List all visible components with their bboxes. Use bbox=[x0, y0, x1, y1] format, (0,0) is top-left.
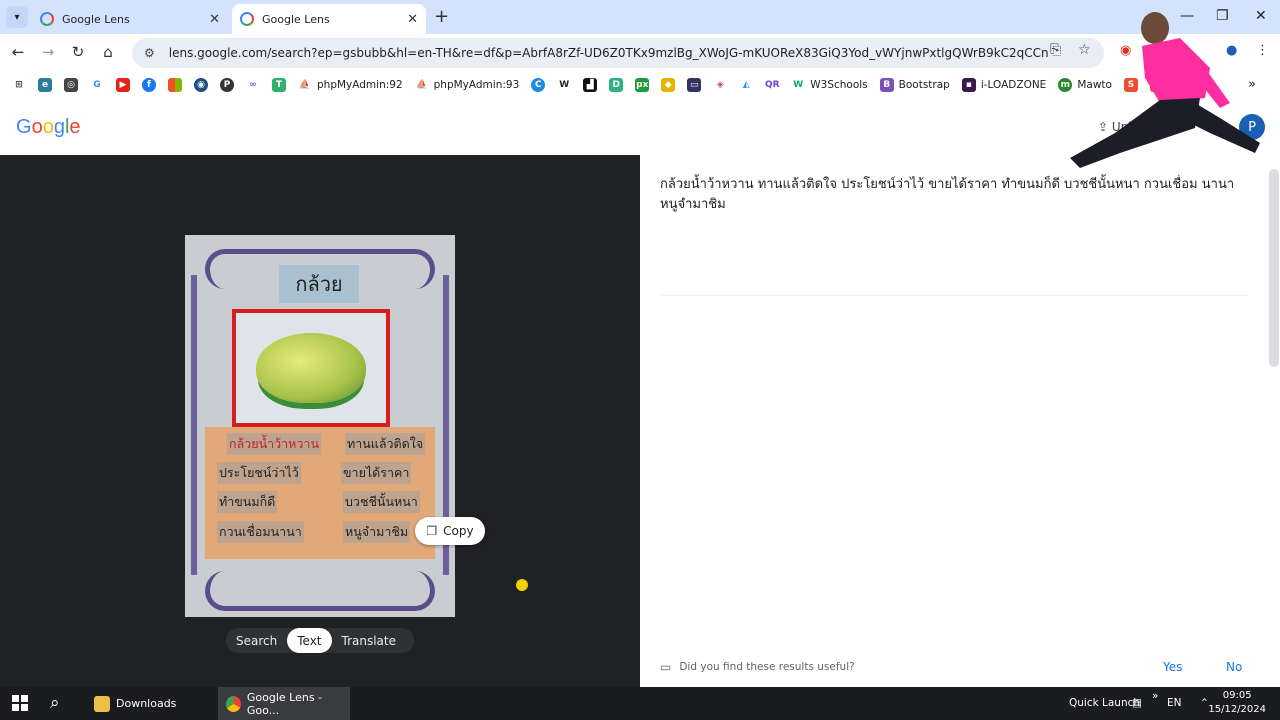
detected-word[interactable]: ประโยชน์ว่าไว้ bbox=[217, 462, 301, 484]
url-text: lens.google.com/search?ep=gsbubb&hl=en-T… bbox=[168, 46, 1049, 60]
quick-launch-app-icon[interactable]: ▤ bbox=[1132, 697, 1142, 709]
apps-grid-icon[interactable]: ⊞ bbox=[12, 78, 26, 92]
detected-word[interactable]: ทานแล้วติดใจ bbox=[345, 433, 426, 455]
bookmark-icon[interactable]: QR bbox=[765, 78, 780, 92]
bookmark-icon[interactable]: ▟ bbox=[583, 78, 598, 92]
detected-word[interactable]: บวชชีนั้นหนา bbox=[343, 491, 420, 513]
tab-search[interactable]: Search bbox=[226, 628, 287, 653]
google-lens-favicon-icon bbox=[40, 12, 54, 26]
presenter-overlay bbox=[1070, 12, 1260, 168]
new-tab-icon[interactable]: + bbox=[434, 6, 449, 27]
tab-google-lens-1[interactable]: Google Lens ✕ bbox=[32, 4, 228, 34]
banana-illustration bbox=[256, 333, 366, 403]
detected-word[interactable]: ขายได้ราคา bbox=[341, 462, 412, 484]
bookmark-icon[interactable]: e bbox=[38, 78, 52, 92]
tab-translate[interactable]: Translate bbox=[332, 628, 407, 653]
tab-label: Google Lens bbox=[62, 12, 130, 26]
detected-word[interactable]: กล้วยน้ำว้าหวาน bbox=[227, 433, 321, 455]
search-icon[interactable]: ⌕ bbox=[50, 693, 60, 713]
feedback-bar: ▭ Did you find these results useful? Yes… bbox=[660, 655, 1250, 679]
chevron-down-icon: ▾ bbox=[14, 11, 20, 23]
bookmark-phpmyadmin-93[interactable]: ⛵ phpMyAdmin:93 bbox=[415, 78, 519, 92]
bookmark-icon[interactable]: ▭ bbox=[687, 78, 702, 92]
site-info-icon[interactable]: ⚙ bbox=[144, 46, 155, 60]
bookmark-i-loadzone[interactable]: ▪ i-LOADZONE bbox=[961, 78, 1046, 92]
frame-border bbox=[205, 571, 435, 611]
taskbar-app-downloads[interactable]: Downloads bbox=[86, 687, 214, 720]
mode-switcher: Search Text Translate bbox=[226, 628, 414, 653]
bookmark-icon[interactable]: T bbox=[272, 78, 286, 92]
back-icon[interactable]: ← bbox=[8, 43, 28, 61]
feedback-icon: ▭ bbox=[660, 660, 672, 674]
bookmark-icon[interactable]: ◆ bbox=[661, 78, 676, 92]
quick-launch-toolbar[interactable]: Quick Launch bbox=[1069, 697, 1140, 709]
bookmark-phpmyadmin-92[interactable]: ⛵ phpMyAdmin:92 bbox=[298, 78, 402, 92]
feedback-no-button[interactable]: No bbox=[1226, 660, 1242, 674]
address-bar[interactable]: ⚙ lens.google.com/search?ep=gsbubb&hl=en… bbox=[132, 38, 1104, 68]
bookmark-icon[interactable]: px bbox=[635, 78, 650, 92]
detected-word[interactable]: หนูจำมาชิม bbox=[343, 521, 411, 543]
detected-word[interactable]: ทำขนมก็ดี bbox=[217, 491, 278, 513]
bookmark-icon[interactable]: ◈ bbox=[713, 78, 727, 92]
bookmark-icon[interactable]: D bbox=[609, 78, 624, 92]
bookmark-icon[interactable]: ∞ bbox=[246, 78, 260, 92]
bookmark-bootstrap[interactable]: B Bootstrap bbox=[879, 78, 950, 92]
google-bookmark-icon[interactable]: G bbox=[90, 78, 104, 92]
uploaded-image[interactable]: กล้วย กล้วยน้ำว้าหวาน ทานแล้วติดใจ ประโย… bbox=[185, 235, 455, 617]
tab-text[interactable]: Text bbox=[287, 628, 332, 653]
chrome-icon bbox=[226, 695, 241, 712]
youtube-bookmark-icon[interactable]: ▶ bbox=[116, 78, 130, 92]
bookmark-icon[interactable]: ◭ bbox=[739, 78, 753, 92]
taskbar: ⌕ Downloads Google Lens - Goo... Quick L… bbox=[0, 687, 1280, 720]
copy-text-button[interactable]: ❐ Copy bbox=[415, 517, 485, 545]
bookmark-w3schools[interactable]: W W3Schools bbox=[791, 78, 867, 92]
taskbar-app-chrome[interactable]: Google Lens - Goo... bbox=[218, 687, 350, 720]
forward-icon[interactable]: → bbox=[38, 43, 58, 61]
copy-icon: ❐ bbox=[426, 524, 438, 538]
reload-icon[interactable]: ↻ bbox=[68, 43, 88, 61]
bookmark-icon[interactable]: W bbox=[557, 78, 571, 92]
language-indicator[interactable]: EN bbox=[1167, 697, 1182, 709]
scrollbar[interactable] bbox=[1269, 169, 1279, 367]
windows-start-icon[interactable] bbox=[12, 695, 28, 711]
google-logo[interactable]: Google bbox=[16, 116, 81, 139]
facebook-bookmark-icon[interactable]: f bbox=[142, 78, 156, 92]
image-pane: กล้วย กล้วยน้ำว้าหวาน ทานแล้วติดใจ ประโย… bbox=[0, 155, 640, 687]
folder-icon bbox=[94, 695, 110, 712]
feedback-yes-button[interactable]: Yes bbox=[1163, 660, 1182, 674]
bookmark-icon[interactable]: C bbox=[531, 78, 546, 92]
bookmark-icon[interactable]: P bbox=[220, 78, 234, 92]
banana-image bbox=[232, 309, 390, 427]
results-pane: กล้วยน้ำว้าหวาน ทานแล้วติดใจ ประโยชน์ว่า… bbox=[640, 155, 1280, 687]
frame-border bbox=[191, 275, 197, 575]
mouse-cursor-highlight bbox=[516, 579, 528, 591]
detected-word[interactable]: กวนเชื่อมนานา bbox=[217, 521, 304, 543]
toolbar-expand-icon[interactable]: » bbox=[1152, 690, 1158, 702]
bookmark-icon[interactable]: ◎ bbox=[64, 78, 78, 92]
tab-search-button[interactable]: ▾ bbox=[6, 6, 28, 28]
tab-label: Google Lens bbox=[262, 12, 330, 26]
close-icon[interactable]: ✕ bbox=[407, 12, 418, 27]
divider bbox=[660, 295, 1248, 296]
card-title[interactable]: กล้วย bbox=[279, 265, 359, 303]
system-clock[interactable]: 09:05 15/12/2024 bbox=[1208, 689, 1266, 717]
feedback-question: Did you find these results useful? bbox=[679, 661, 855, 673]
home-icon[interactable]: ⌂ bbox=[98, 43, 118, 61]
google-lens-favicon-icon bbox=[240, 12, 254, 26]
bookmark-icon[interactable]: ◉ bbox=[194, 78, 208, 92]
close-icon[interactable]: ✕ bbox=[209, 12, 220, 27]
tab-google-lens-2[interactable]: Google Lens ✕ bbox=[232, 4, 426, 34]
microsoft-bookmark-icon[interactable] bbox=[168, 78, 182, 92]
